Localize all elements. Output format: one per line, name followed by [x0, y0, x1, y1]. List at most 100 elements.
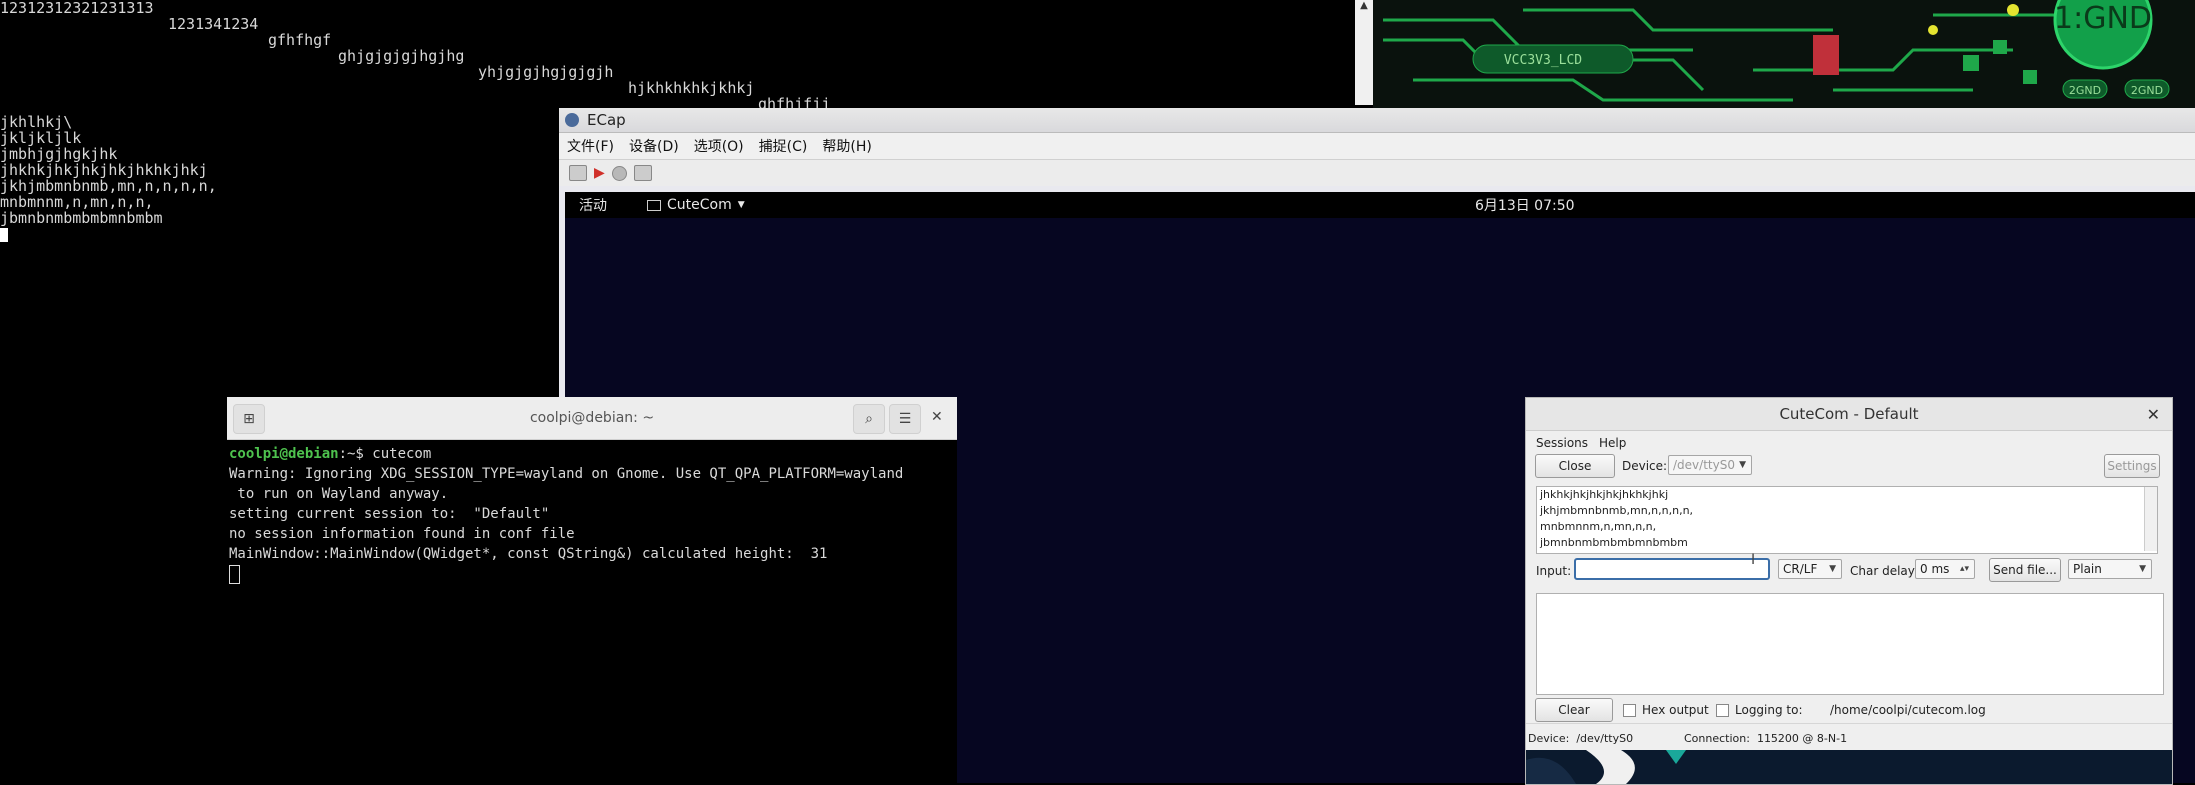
terminal-line: jkhlhkj\ [0, 113, 73, 131]
hamburger-menu-icon[interactable]: ☰ [889, 404, 921, 434]
device-select[interactable]: /dev/ttyS0 ▼ [1668, 455, 1752, 475]
terminal-line: MainWindow::MainWindow(QWidget*, const Q… [229, 546, 828, 562]
cutecom-title: CuteCom - Default [1779, 405, 1919, 423]
prompt-command: :~$ cutecom [338, 446, 432, 462]
terminal-line: jhkhkjhkjhkjhkjhkhkjhkj [0, 161, 208, 179]
close-icon[interactable]: ✕ [931, 409, 943, 425]
menu-options[interactable]: 选项(O) [694, 136, 744, 156]
received-output[interactable]: jhkhkjhkjhkjhkjhkhkjhkj jkhjmbmnbnmb,mn,… [1536, 486, 2158, 554]
gnome-terminal-window[interactable]: ⊞ coolpi@debian: ~ ⌕ ☰ ✕ coolpi@debian:~… [227, 397, 957, 783]
send-history[interactable] [1536, 593, 2164, 695]
ecap-app-icon [565, 113, 579, 127]
chevron-down-icon: ▼ [1829, 564, 1836, 574]
terminal-line: 1231341234 [168, 15, 259, 33]
app-window-icon [647, 199, 661, 211]
chevron-down-icon: ▼ [2139, 564, 2146, 574]
char-delay-value: 0 ms [1920, 562, 1950, 576]
ecap-menubar: 文件(F) 设备(D) 选项(O) 捕捉(C) 帮助(H) [559, 133, 2195, 160]
checkbox-icon [1623, 704, 1636, 717]
status-device: Device: /dev/ttyS0 [1528, 732, 1634, 745]
chevron-down-icon: ▼ [737, 200, 745, 210]
menu-capture[interactable]: 捕捉(C) [759, 136, 808, 156]
clear-button[interactable]: Clear [1535, 698, 1613, 722]
device-select-value: /dev/ttyS0 [1673, 458, 1735, 472]
menu-sessions[interactable]: Sessions [1536, 436, 1588, 450]
wallpaper-graphic [1526, 750, 1686, 784]
hex-output-label: Hex output [1642, 703, 1709, 717]
logging-checkbox[interactable]: Logging to: [1716, 703, 1803, 717]
terminal-line: jmbhjgjhgkjhk [0, 145, 118, 163]
pcb-label: 2GND [2131, 84, 2163, 97]
output-scrollbar[interactable] [2144, 487, 2157, 551]
search-icon[interactable]: ⌕ [853, 404, 885, 434]
terminal-line: ghjgjgjgjhgjhg [338, 47, 465, 65]
terminal-line: Warning: Ignoring XDG_SESSION_TYPE=wayla… [229, 466, 904, 482]
settings-button[interactable]: Settings [2104, 454, 2160, 478]
terminal-line: gfhfhgf [268, 31, 332, 49]
app-menu-label: CuteCom [667, 197, 732, 213]
screenshot-icon[interactable] [633, 165, 652, 181]
menu-file[interactable]: 文件(F) [567, 136, 614, 156]
terminal-output[interactable]: coolpi@debian:~$ cutecom Warning: Ignori… [227, 440, 957, 584]
char-delay-spinbox[interactable]: 0 ms ▴▾ [1915, 559, 1975, 579]
ecap-titlebar[interactable]: ECap [559, 108, 2195, 133]
spin-arrows-icon[interactable]: ▴▾ [1960, 564, 1969, 574]
menu-device[interactable]: 设备(D) [629, 136, 679, 156]
device-label: Device: [1622, 459, 1668, 473]
terminal-cursor [0, 228, 8, 242]
char-delay-label: Char delay: [1850, 564, 1919, 578]
menu-help[interactable]: 帮助(H) [822, 136, 871, 156]
output-line: mnbmnnm,n,mn,n,n, [1540, 520, 1657, 533]
terminal-cursor [229, 564, 240, 584]
text-cursor-icon: I [1751, 552, 1756, 568]
terminal-line: mnbmnnm,n,mn,n,n, [0, 193, 154, 211]
terminal-line: 12312312321231313 [0, 0, 154, 17]
close-icon[interactable]: ✕ [2147, 405, 2160, 424]
line-end-value: CR/LF [1783, 562, 1818, 576]
cutecom-titlebar[interactable]: CuteCom - Default ✕ [1526, 398, 2172, 431]
pcb-label: VCC3V3_LCD [1504, 53, 1582, 68]
terminal-line: to run on Wayland anyway. [229, 486, 449, 502]
input-label: Input: [1536, 564, 1572, 578]
prompt-user: coolpi@debian [229, 446, 339, 462]
terminal-headerbar[interactable]: ⊞ coolpi@debian: ~ ⌕ ☰ ✕ [227, 397, 957, 440]
checkbox-icon [1716, 704, 1729, 717]
terminal-line: jkhjmbmnbnmb,mn,n,n,n,n, [0, 177, 217, 195]
desktop-wallpaper-strip [1526, 750, 2172, 784]
activities-button[interactable]: 活动 [579, 195, 607, 215]
close-button[interactable]: Close [1535, 454, 1615, 478]
log-path[interactable]: /home/coolpi/cutecom.log [1830, 703, 1986, 717]
output-line: jbmnbnmbmbmbmnbmbm [1540, 536, 1688, 549]
app-menu[interactable]: CuteCom ▼ [647, 197, 745, 213]
cutecom-window[interactable]: CuteCom - Default ✕ Sessions Help Close … [1525, 397, 2173, 785]
terminal-line: jbmnbnmbmbmbmnbmbm [0, 209, 163, 227]
terminal-scrollbar[interactable]: ▲ [1355, 0, 1373, 105]
ecap-toolbar: ▶ [559, 160, 2195, 186]
send-file-button[interactable]: Send file... [1989, 558, 2061, 582]
record-icon[interactable]: ▶ [594, 165, 605, 181]
terminal-line: yhjgjgjhgjgjgjh [478, 63, 614, 81]
status-connection: Connection: 115200 @ 8-N-1 [1684, 732, 1848, 745]
output-line: jkhjmbmnbnmb,mn,n,n,n,n, [1540, 504, 1694, 517]
clock[interactable]: 6月13日 07:50 [1475, 195, 1575, 215]
gnome-topbar: 活动 CuteCom ▼ 6月13日 07:50 [565, 192, 2195, 218]
terminal-title: coolpi@debian: ~ [529, 410, 655, 426]
stop-icon[interactable] [611, 165, 627, 181]
ecap-title: ECap [587, 111, 626, 129]
hex-output-checkbox[interactable]: Hex output [1623, 703, 1709, 717]
camera-icon[interactable] [569, 165, 587, 181]
pcb-layout-view: VCC3V3_LCD 1:GND 2GND 2GND [1373, 0, 2195, 108]
terminal-line: setting current session to: "Default" [229, 506, 550, 522]
pcb-traces-graphic: VCC3V3_LCD 1:GND 2GND 2GND [1373, 0, 2195, 108]
terminal-line: hjkhkhkhkjkhkj [628, 79, 755, 97]
menu-help[interactable]: Help [1599, 436, 1626, 450]
input-field[interactable] [1574, 558, 1770, 580]
scroll-up-icon[interactable]: ▲ [1355, 0, 1373, 11]
format-select[interactable]: Plain ▼ [2068, 559, 2152, 579]
pcb-label: 1:GND [2054, 1, 2152, 36]
chevron-down-icon: ▼ [1739, 460, 1746, 470]
logging-label: Logging to: [1735, 703, 1803, 717]
format-value: Plain [2073, 562, 2102, 576]
line-end-select[interactable]: CR/LF ▼ [1778, 559, 1842, 579]
terminal-line: no session information found in conf fil… [229, 526, 575, 542]
